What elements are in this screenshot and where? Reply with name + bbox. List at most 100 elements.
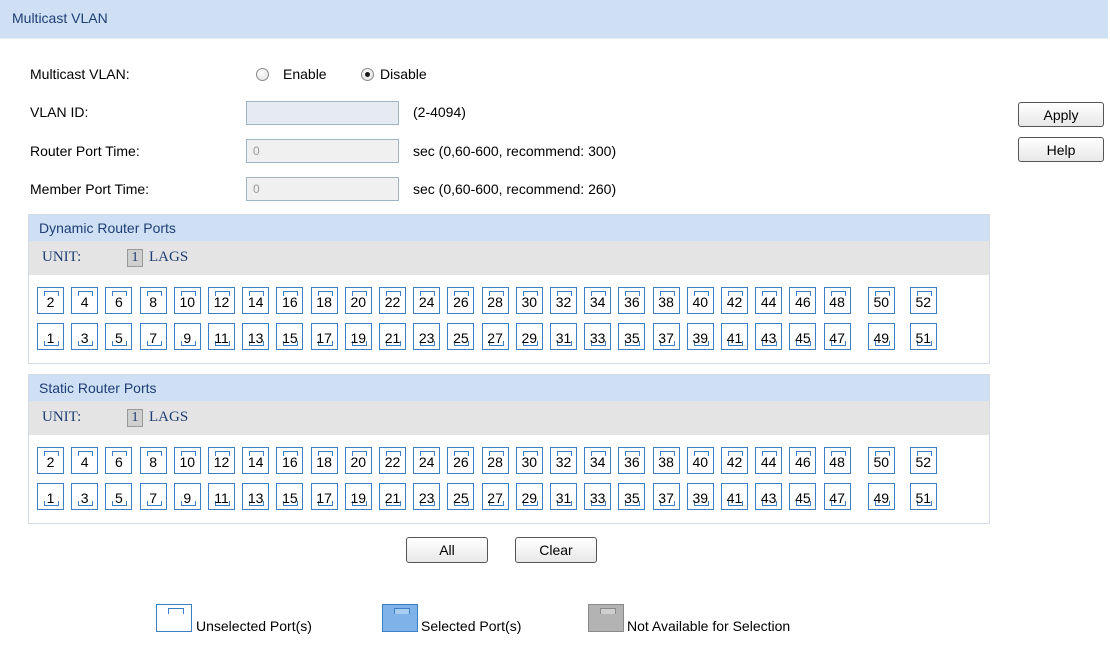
port-21-button[interactable]: 21 <box>379 483 406 510</box>
port-38-button[interactable]: 38 <box>652 287 680 314</box>
port-50-button[interactable]: 50 <box>867 447 895 474</box>
port-30-button[interactable]: 30 <box>515 287 543 314</box>
port-36-button[interactable]: 36 <box>618 447 646 474</box>
port-35-button[interactable]: 35 <box>618 483 646 510</box>
port-11-button[interactable]: 11 <box>208 323 235 350</box>
port-37-button[interactable]: 37 <box>652 483 680 510</box>
port-50-button[interactable]: 50 <box>867 287 895 314</box>
port-3-button[interactable]: 3 <box>71 483 99 510</box>
port-9-button[interactable]: 9 <box>173 323 201 350</box>
port-45-button[interactable]: 45 <box>789 483 817 510</box>
port-26-button[interactable]: 26 <box>447 287 475 314</box>
port-4-button[interactable]: 4 <box>71 287 99 314</box>
port-23-button[interactable]: 23 <box>413 323 441 350</box>
port-12-button[interactable]: 12 <box>208 447 235 474</box>
port-13-button[interactable]: 13 <box>242 483 270 510</box>
port-1-button[interactable]: 1 <box>37 483 64 510</box>
port-36-button[interactable]: 36 <box>618 287 646 314</box>
member-port-time-input[interactable] <box>246 177 399 201</box>
port-10-button[interactable]: 10 <box>173 287 201 314</box>
port-43-button[interactable]: 43 <box>755 323 783 350</box>
port-17-button[interactable]: 17 <box>310 483 338 510</box>
port-9-button[interactable]: 9 <box>173 483 201 510</box>
port-22-button[interactable]: 22 <box>379 287 406 314</box>
port-21-button[interactable]: 21 <box>379 323 406 350</box>
port-46-button[interactable]: 46 <box>789 447 817 474</box>
port-5-button[interactable]: 5 <box>105 483 133 510</box>
port-49-button[interactable]: 49 <box>867 483 895 510</box>
port-4-button[interactable]: 4 <box>71 447 99 474</box>
unit-1-button[interactable]: 1 <box>127 249 143 267</box>
port-15-button[interactable]: 15 <box>276 483 304 510</box>
port-39-button[interactable]: 39 <box>686 323 714 350</box>
port-42-button[interactable]: 42 <box>721 287 748 314</box>
port-2-button[interactable]: 2 <box>37 447 64 474</box>
port-16-button[interactable]: 16 <box>276 287 304 314</box>
port-28-button[interactable]: 28 <box>481 287 509 314</box>
port-52-button[interactable]: 52 <box>909 447 937 474</box>
port-44-button[interactable]: 44 <box>755 447 783 474</box>
port-27-button[interactable]: 27 <box>481 483 509 510</box>
port-29-button[interactable]: 29 <box>515 323 543 350</box>
port-25-button[interactable]: 25 <box>447 483 475 510</box>
port-51-button[interactable]: 51 <box>909 483 937 510</box>
port-33-button[interactable]: 33 <box>584 483 612 510</box>
port-19-button[interactable]: 19 <box>344 323 372 350</box>
port-8-button[interactable]: 8 <box>139 287 167 314</box>
port-20-button[interactable]: 20 <box>344 447 372 474</box>
port-38-button[interactable]: 38 <box>652 447 680 474</box>
port-46-button[interactable]: 46 <box>789 287 817 314</box>
port-48-button[interactable]: 48 <box>823 287 851 314</box>
port-15-button[interactable]: 15 <box>276 323 304 350</box>
port-24-button[interactable]: 24 <box>413 447 441 474</box>
port-41-button[interactable]: 41 <box>721 323 748 350</box>
enable-radio[interactable] <box>256 68 269 81</box>
port-20-button[interactable]: 20 <box>344 287 372 314</box>
port-5-button[interactable]: 5 <box>105 323 133 350</box>
port-17-button[interactable]: 17 <box>310 323 338 350</box>
port-3-button[interactable]: 3 <box>71 323 99 350</box>
port-37-button[interactable]: 37 <box>652 323 680 350</box>
port-47-button[interactable]: 47 <box>823 323 851 350</box>
clear-button[interactable]: Clear <box>515 537 597 563</box>
port-52-button[interactable]: 52 <box>909 287 937 314</box>
lags-link[interactable]: LAGS <box>149 409 188 426</box>
port-30-button[interactable]: 30 <box>515 447 543 474</box>
port-13-button[interactable]: 13 <box>242 323 270 350</box>
port-45-button[interactable]: 45 <box>789 323 817 350</box>
vlan-id-input[interactable] <box>246 101 399 125</box>
port-6-button[interactable]: 6 <box>105 447 133 474</box>
port-28-button[interactable]: 28 <box>481 447 509 474</box>
port-6-button[interactable]: 6 <box>105 287 133 314</box>
port-48-button[interactable]: 48 <box>823 447 851 474</box>
disable-radio[interactable] <box>361 68 374 81</box>
help-button[interactable]: Help <box>1018 137 1104 162</box>
port-31-button[interactable]: 31 <box>550 483 577 510</box>
port-34-button[interactable]: 34 <box>584 447 612 474</box>
port-49-button[interactable]: 49 <box>867 323 895 350</box>
port-42-button[interactable]: 42 <box>721 447 748 474</box>
port-35-button[interactable]: 35 <box>618 323 646 350</box>
port-43-button[interactable]: 43 <box>755 483 783 510</box>
port-8-button[interactable]: 8 <box>139 447 167 474</box>
port-44-button[interactable]: 44 <box>755 287 783 314</box>
port-22-button[interactable]: 22 <box>379 447 406 474</box>
port-7-button[interactable]: 7 <box>139 323 167 350</box>
port-14-button[interactable]: 14 <box>242 447 270 474</box>
port-27-button[interactable]: 27 <box>481 323 509 350</box>
port-23-button[interactable]: 23 <box>413 483 441 510</box>
port-32-button[interactable]: 32 <box>550 447 577 474</box>
apply-button[interactable]: Apply <box>1018 102 1104 127</box>
port-47-button[interactable]: 47 <box>823 483 851 510</box>
port-24-button[interactable]: 24 <box>413 287 441 314</box>
port-11-button[interactable]: 11 <box>208 483 235 510</box>
port-33-button[interactable]: 33 <box>584 323 612 350</box>
port-40-button[interactable]: 40 <box>686 447 714 474</box>
unit-1-button[interactable]: 1 <box>127 409 143 427</box>
port-1-button[interactable]: 1 <box>37 323 64 350</box>
port-12-button[interactable]: 12 <box>208 287 235 314</box>
port-16-button[interactable]: 16 <box>276 447 304 474</box>
port-32-button[interactable]: 32 <box>550 287 577 314</box>
port-40-button[interactable]: 40 <box>686 287 714 314</box>
port-18-button[interactable]: 18 <box>310 447 338 474</box>
